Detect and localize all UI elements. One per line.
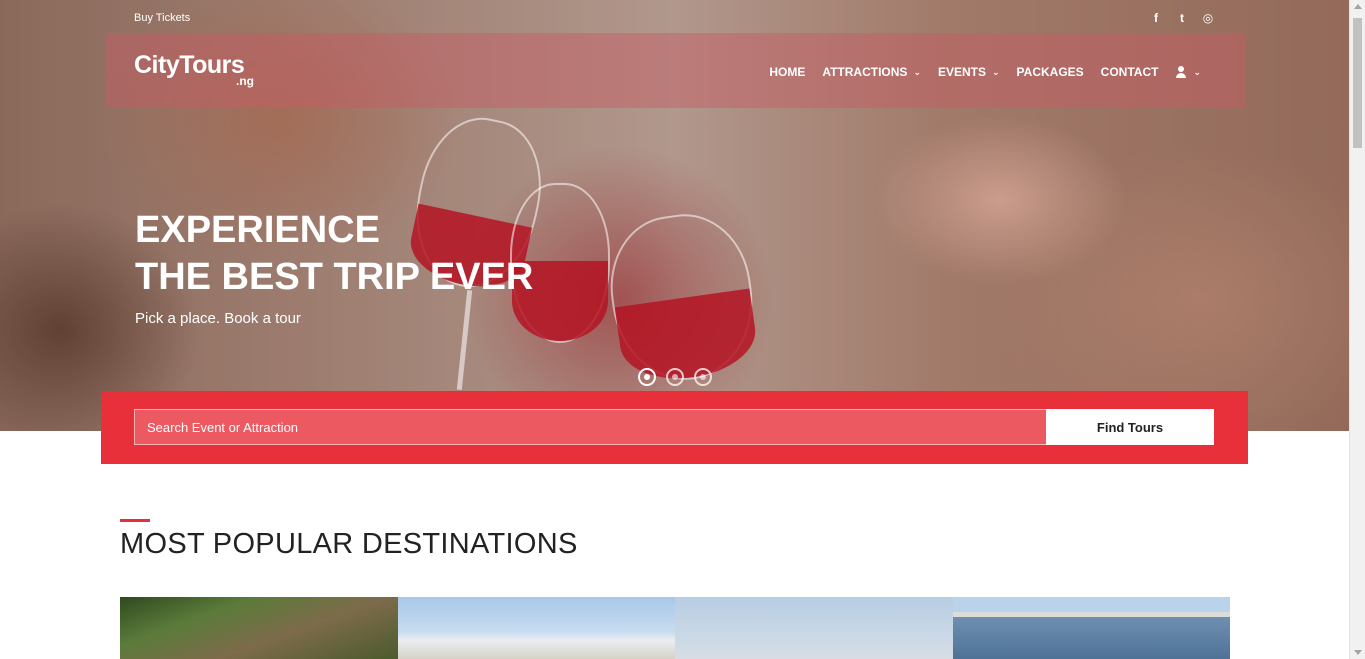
destination-card[interactable] xyxy=(675,597,953,659)
buy-tickets-link[interactable]: Buy Tickets xyxy=(134,12,190,24)
instagram-icon[interactable]: ◎ xyxy=(1202,11,1214,25)
hero-headline: EXPERIENCE THE BEST TRIP EVER xyxy=(135,207,533,301)
user-menu[interactable]: ⌄ xyxy=(1175,66,1201,78)
nav-contact[interactable]: CONTACT xyxy=(1101,65,1159,79)
nav-attractions[interactable]: ATTRACTIONS ⌄ xyxy=(822,65,921,79)
destination-card[interactable] xyxy=(120,597,398,659)
page-scrollbar[interactable] xyxy=(1349,0,1365,659)
nav-home-label: HOME xyxy=(769,65,806,79)
nav-packages[interactable]: PACKAGES xyxy=(1017,65,1084,79)
hero-headline-line1: EXPERIENCE xyxy=(135,209,380,251)
section-accent-line xyxy=(120,519,150,522)
chevron-down-icon: ⌄ xyxy=(913,66,921,77)
nav-events-label: EVENTS xyxy=(937,65,986,79)
slider-pagination xyxy=(638,368,712,386)
social-links: f t ◎ xyxy=(1150,11,1214,25)
user-icon xyxy=(1175,66,1187,78)
scrollbar-thumb[interactable] xyxy=(1353,18,1362,148)
search-panel: Find Tours xyxy=(101,391,1248,464)
nav-events[interactable]: EVENTS ⌄ xyxy=(938,65,1000,79)
find-tours-button[interactable]: Find Tours xyxy=(1046,409,1214,445)
main-menu: HOME ATTRACTIONS ⌄ EVENTS ⌄ PACKAGES CON… xyxy=(752,65,1201,79)
hero-headline-line2: THE BEST TRIP EVER xyxy=(135,256,534,298)
nav-home[interactable]: HOME xyxy=(769,65,805,79)
logo[interactable]: CityTours xyxy=(134,51,245,80)
chevron-down-icon: ⌄ xyxy=(992,66,1000,77)
destination-card[interactable] xyxy=(952,597,1230,659)
logo-suffix: .ng xyxy=(236,74,254,88)
chevron-down-icon: ⌄ xyxy=(1193,66,1201,77)
destinations-grid xyxy=(120,597,1230,659)
hero-banner: Buy Tickets f t ◎ CityTours .ng HOME ATT… xyxy=(0,0,1349,431)
twitter-icon[interactable]: t xyxy=(1176,11,1188,25)
hero-tagline: Pick a place. Book a tour xyxy=(135,310,301,327)
facebook-icon[interactable]: f xyxy=(1150,11,1162,25)
slide-dot-2[interactable] xyxy=(666,368,684,386)
section-title: MOST POPULAR DESTINATIONS xyxy=(120,528,578,560)
nav-attractions-label: ATTRACTIONS xyxy=(822,65,908,79)
nav-packages-label: PACKAGES xyxy=(1016,65,1084,79)
slide-dot-3[interactable] xyxy=(694,368,712,386)
scroll-up-icon[interactable] xyxy=(1354,4,1362,9)
scroll-down-icon[interactable] xyxy=(1354,650,1362,655)
nav-contact-label: CONTACT xyxy=(1100,65,1159,79)
destination-card[interactable] xyxy=(397,597,675,659)
slide-dot-1[interactable] xyxy=(638,368,656,386)
main-navbar: CityTours .ng HOME ATTRACTIONS ⌄ EVENTS … xyxy=(105,33,1245,108)
search-input[interactable] xyxy=(134,409,1046,445)
